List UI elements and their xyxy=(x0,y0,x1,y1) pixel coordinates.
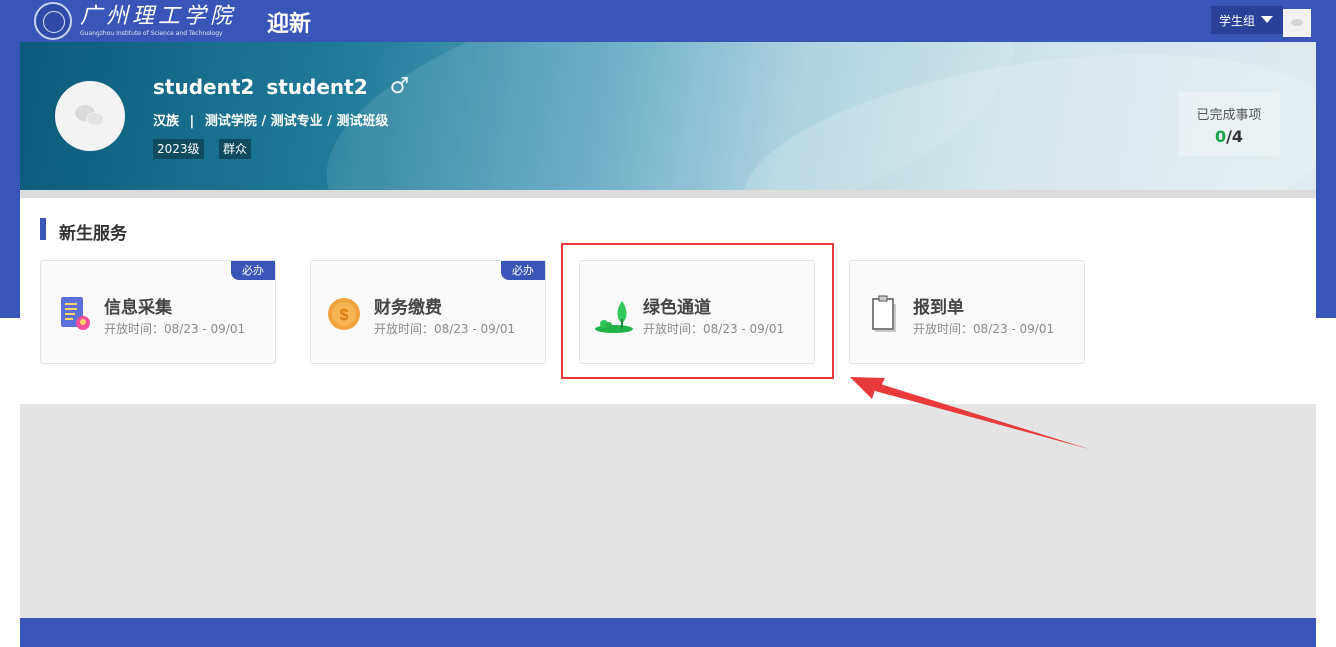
card-title: 报到单 xyxy=(913,298,964,318)
logo-text-en: Guangzhou Institute of Science and Techn… xyxy=(80,30,223,37)
profile-name: student2 student2 ♂ xyxy=(153,74,409,99)
school-logo[interactable]: 广州理工学院 Guangzhou Institute of Science an… xyxy=(34,2,236,40)
role-dropdown[interactable]: 学生组 xyxy=(1211,6,1283,34)
gray-area xyxy=(20,404,1316,618)
service-card-finance[interactable]: 必办 $ 财务缴费 开放时间：08/23 - 09/01 xyxy=(310,260,546,364)
student-id: student2 xyxy=(266,74,368,99)
student-name: student2 xyxy=(153,74,255,99)
card-open-time: 开放时间：08/23 - 09/01 xyxy=(104,322,246,336)
highlight-box xyxy=(561,243,834,379)
user-avatar[interactable] xyxy=(1283,9,1311,37)
section-title: 新生服务 xyxy=(59,224,127,244)
progress-label: 已完成事项 xyxy=(1196,108,1262,123)
card-open-time: 开放时间：08/23 - 09/01 xyxy=(374,322,516,336)
political-status-tag: 群众 xyxy=(219,139,252,159)
logo-text-cn: 广州理工学院 xyxy=(80,4,237,29)
card-title: 信息采集 xyxy=(104,298,172,318)
caret-down-icon xyxy=(1261,16,1273,23)
service-card-registration-form[interactable]: 报到单 开放时间：08/23 - 09/01 xyxy=(849,260,1085,364)
role-dropdown-label: 学生组 xyxy=(1219,13,1256,28)
top-header: 广州理工学院 Guangzhou Institute of Science an… xyxy=(0,0,1336,42)
profile-avatar xyxy=(55,81,125,151)
section-marker xyxy=(40,218,46,240)
profile-info: 汉族 | 测试学院 / 测试专业 / 测试班级 xyxy=(153,110,388,129)
progress-box: 已完成事项 0/4 xyxy=(1178,92,1280,156)
male-gender-icon: ♂ xyxy=(389,74,410,99)
info-separator: | xyxy=(189,114,195,129)
total-count: 4 xyxy=(1231,127,1244,146)
required-badge: 必办 xyxy=(501,261,545,280)
bottom-bar xyxy=(20,618,1316,647)
banner-strip xyxy=(20,190,1316,198)
org-path: 测试学院 / 测试专业 / 测试班级 xyxy=(204,114,389,129)
grade-tag: 2023级 xyxy=(153,139,204,159)
school-seal-icon xyxy=(34,2,72,40)
progress-count: 0/4 xyxy=(1214,127,1244,146)
app-title: 迎新 xyxy=(267,12,312,37)
required-badge: 必办 xyxy=(231,261,275,280)
card-open-time: 开放时间：08/23 - 09/01 xyxy=(913,322,1055,336)
ethnicity: 汉族 xyxy=(153,114,180,129)
coin-icon: $ xyxy=(328,298,360,330)
document-form-icon xyxy=(61,297,90,330)
service-card-info-collection[interactable]: 必办 信息采集 开放时间：08/23 - 09/01 xyxy=(40,260,276,364)
clipboard-icon xyxy=(872,295,896,332)
card-title: 财务缴费 xyxy=(374,298,442,318)
completed-count: 0 xyxy=(1214,127,1227,146)
svg-text:$: $ xyxy=(340,307,349,324)
